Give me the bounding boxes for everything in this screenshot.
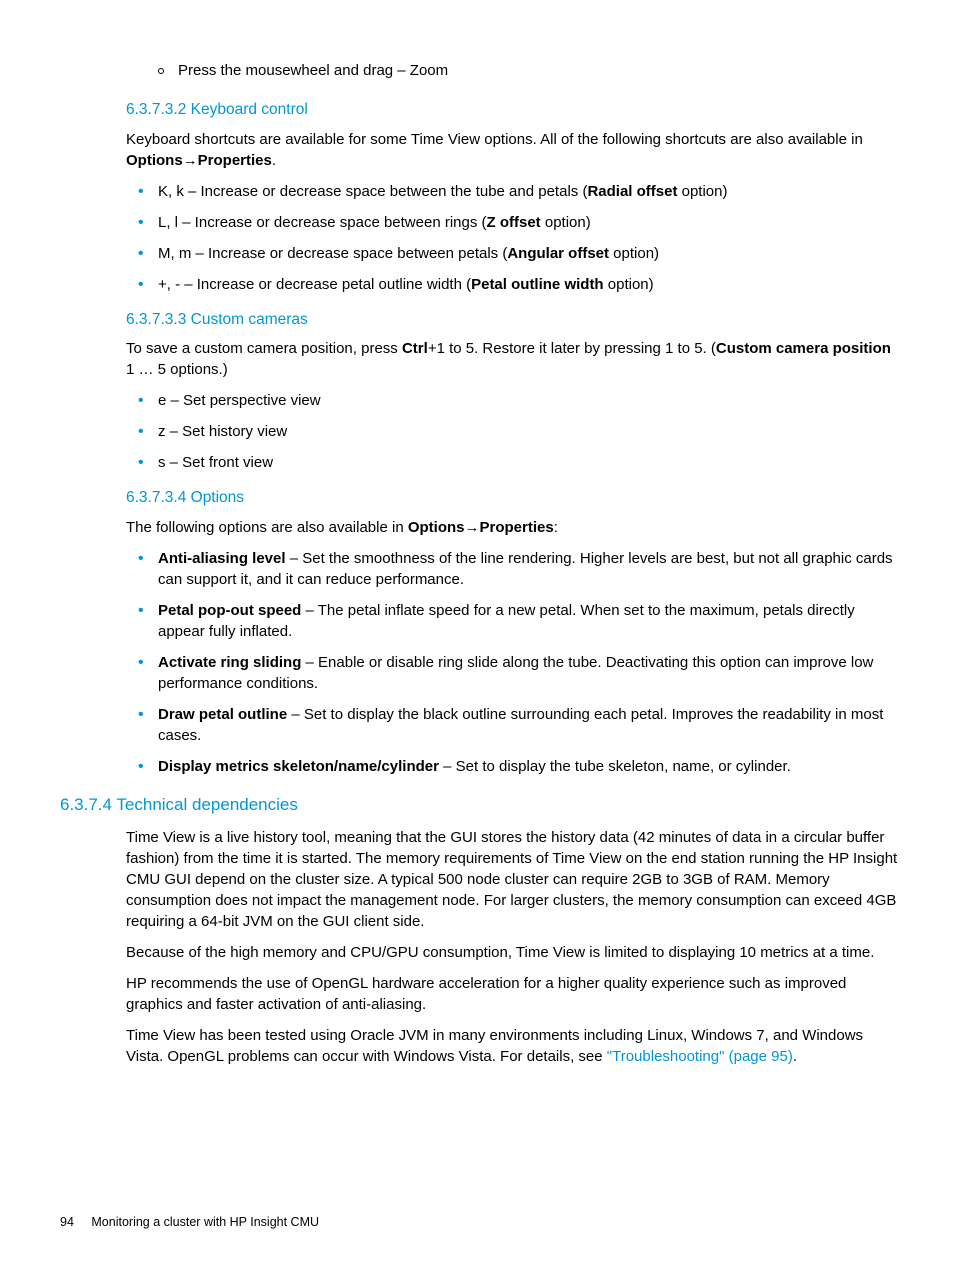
list-text: Press the mousewheel and drag – Zoom (178, 62, 448, 79)
text: +, - – Increase or decrease petal outlin… (158, 276, 471, 293)
arrow-icon: → (183, 152, 198, 169)
paragraph: The following options are also available… (126, 517, 899, 538)
page-footer: 94 Monitoring a cluster with HP Insight … (60, 1214, 319, 1232)
text-bold: Anti-aliasing level (158, 550, 286, 567)
text-bold: Ctrl (402, 340, 428, 357)
paragraph: Time View has been tested using Oracle J… (126, 1025, 899, 1067)
text: K, k – Increase or decrease space betwee… (158, 183, 587, 200)
list-item: e – Set perspective view (158, 390, 899, 411)
text-bold: Options (408, 519, 465, 536)
list-item: Anti-aliasing level – Set the smoothness… (158, 548, 899, 590)
bullet-list: Anti-aliasing level – Set the smoothness… (158, 548, 899, 777)
text: : (554, 519, 558, 536)
text-bold: Options (126, 152, 183, 169)
text-bold: Z offset (487, 214, 541, 231)
text-bold: Activate ring sliding (158, 654, 301, 671)
heading-options: 6.3.7.3.4 Options (126, 487, 899, 509)
text: The following options are also available… (126, 519, 408, 536)
heading-keyboard-control: 6.3.7.3.2 Keyboard control (126, 99, 899, 121)
text: e – Set perspective view (158, 392, 321, 409)
list-item: Activate ring sliding – Enable or disabl… (158, 652, 899, 694)
text: option) (677, 183, 727, 200)
text: +1 to 5. Restore it later by pressing 1 … (428, 340, 716, 357)
text: Keyboard shortcuts are available for som… (126, 131, 863, 148)
paragraph: Time View is a live history tool, meanin… (126, 827, 899, 932)
text-bold: Display metrics skeleton/name/cylinder (158, 758, 439, 775)
text-bold: Angular offset (507, 245, 609, 262)
text: . (793, 1048, 797, 1065)
text-bold: Draw petal outline (158, 706, 287, 723)
text: . (272, 152, 276, 169)
list-item: +, - – Increase or decrease petal outlin… (158, 274, 899, 295)
text-bold: Custom camera position (716, 340, 891, 357)
text: M, m – Increase or decrease space betwee… (158, 245, 507, 262)
list-item: s – Set front view (158, 452, 899, 473)
text: To save a custom camera position, press (126, 340, 402, 357)
arrow-icon: → (465, 519, 480, 536)
bullet-list: K, k – Increase or decrease space betwee… (158, 181, 899, 295)
text-bold: Petal outline width (471, 276, 604, 293)
text: option) (604, 276, 654, 293)
text: option) (541, 214, 591, 231)
paragraph: Keyboard shortcuts are available for som… (126, 129, 899, 171)
hollow-bullet-icon (158, 68, 164, 74)
text-bold: Petal pop-out speed (158, 602, 301, 619)
list-item: Display metrics skeleton/name/cylinder –… (158, 756, 899, 777)
text-bold: Properties (480, 519, 554, 536)
list-item: Petal pop-out speed – The petal inflate … (158, 600, 899, 642)
paragraph: To save a custom camera position, press … (126, 338, 899, 380)
text: z – Set history view (158, 423, 287, 440)
footer-title: Monitoring a cluster with HP Insight CMU (91, 1215, 319, 1229)
text: – Set to display the tube skeleton, name… (439, 758, 791, 775)
list-item: L, l – Increase or decrease space betwee… (158, 212, 899, 233)
paragraph: HP recommends the use of OpenGL hardware… (126, 973, 899, 1015)
document-page: Press the mousewheel and drag – Zoom 6.3… (60, 60, 899, 1067)
text-bold: Radial offset (587, 183, 677, 200)
text: s – Set front view (158, 454, 273, 471)
list-item: z – Set history view (158, 421, 899, 442)
page-number: 94 (60, 1215, 74, 1229)
list-item: K, k – Increase or decrease space betwee… (158, 181, 899, 202)
list-item: Draw petal outline – Set to display the … (158, 704, 899, 746)
text-bold: Properties (198, 152, 272, 169)
bullet-list: e – Set perspective view z – Set history… (158, 390, 899, 473)
cross-reference-link[interactable]: "Troubleshooting" (page 95) (607, 1048, 793, 1065)
heading-custom-cameras: 6.3.7.3.3 Custom cameras (126, 309, 899, 331)
nested-list-item: Press the mousewheel and drag – Zoom (180, 60, 899, 81)
paragraph: Because of the high memory and CPU/GPU c… (126, 942, 899, 963)
text: 1 … 5 options.) (126, 361, 228, 378)
heading-technical-dependencies: 6.3.7.4 Technical dependencies (60, 793, 899, 817)
text: option) (609, 245, 659, 262)
list-item: M, m – Increase or decrease space betwee… (158, 243, 899, 264)
text: L, l – Increase or decrease space betwee… (158, 214, 487, 231)
